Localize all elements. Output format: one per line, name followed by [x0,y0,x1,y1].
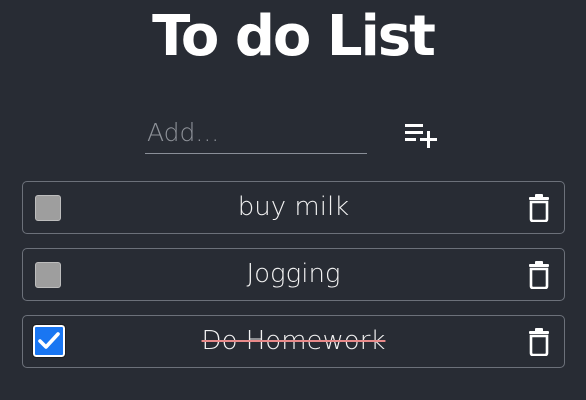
delete-button[interactable] [526,194,552,223]
add-todo-button[interactable] [402,120,442,152]
trash-icon [529,261,549,290]
todo-item: buy milk [22,181,565,234]
add-todo-input[interactable] [145,112,367,154]
todo-item: Jogging [22,248,565,301]
todo-text: buy milk [237,192,350,222]
todo-text: Jogging [246,259,341,289]
page-title: To do List [152,4,436,69]
delete-button[interactable] [526,261,552,290]
playlist-add-icon [405,124,437,148]
todo-text: Do Homework [201,326,386,356]
trash-icon [529,194,549,223]
check-icon [38,332,60,349]
todo-list: buy milk Jogging Do Homework [22,181,565,382]
delete-button[interactable] [526,328,552,357]
todo-checkbox[interactable] [35,262,61,288]
todo-item: Do Homework [22,315,565,368]
todo-checkbox-checked[interactable] [32,324,66,358]
add-todo-row [0,106,586,162]
trash-icon [529,328,549,357]
todo-checkbox[interactable] [35,195,61,221]
todo-app: To do List buy milk [0,0,586,400]
